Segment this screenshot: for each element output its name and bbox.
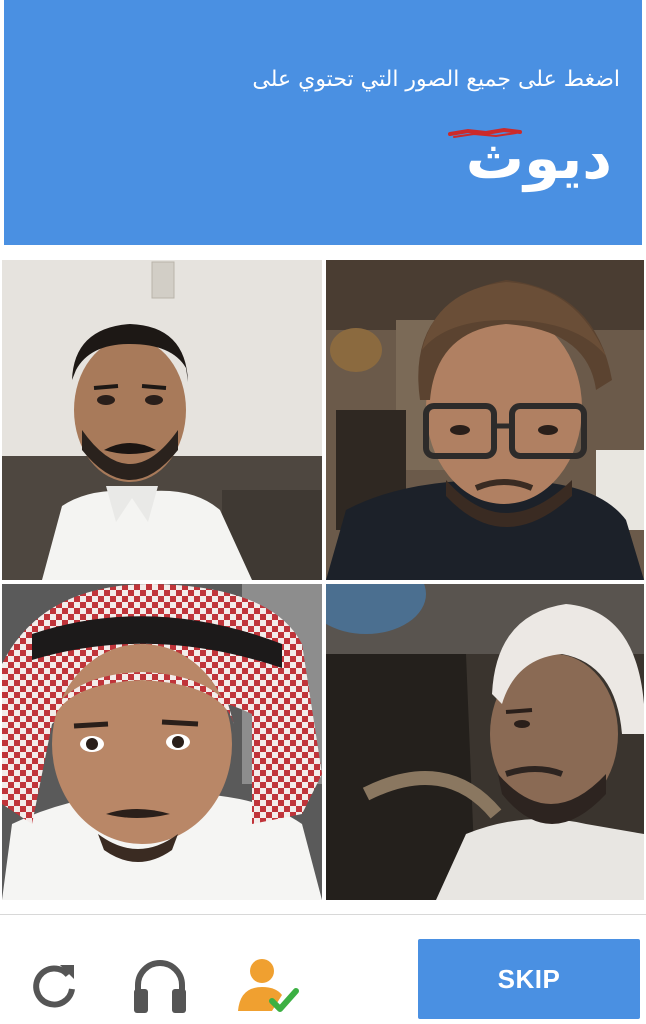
person-check-icon[interactable]: [232, 955, 299, 1015]
headphones-icon[interactable]: [130, 955, 190, 1015]
image-tile-2[interactable]: [326, 260, 644, 580]
captcha-header: اضغط على جميع الصور التي تحتوي على ديوث: [4, 0, 642, 245]
keyword-strike-mark: [448, 127, 522, 138]
captcha-footer: SKIP: [0, 915, 646, 1024]
image-tile-1[interactable]: [2, 260, 322, 580]
reload-icon[interactable]: [24, 957, 84, 1017]
tile-4-photo: [326, 584, 644, 900]
skip-button[interactable]: SKIP: [418, 939, 640, 1019]
tile-2-photo: [326, 260, 644, 580]
image-tile-3[interactable]: [2, 584, 322, 900]
tile-1-photo: [2, 260, 322, 580]
tile-3-photo: [2, 584, 322, 900]
instruction-text: اضغط على جميع الصور التي تحتوي على: [252, 67, 620, 92]
image-grid: [0, 258, 646, 902]
image-tile-4[interactable]: [326, 584, 644, 900]
captcha-frame: اضغط على جميع الصور التي تحتوي على ديوث: [0, 0, 646, 1024]
